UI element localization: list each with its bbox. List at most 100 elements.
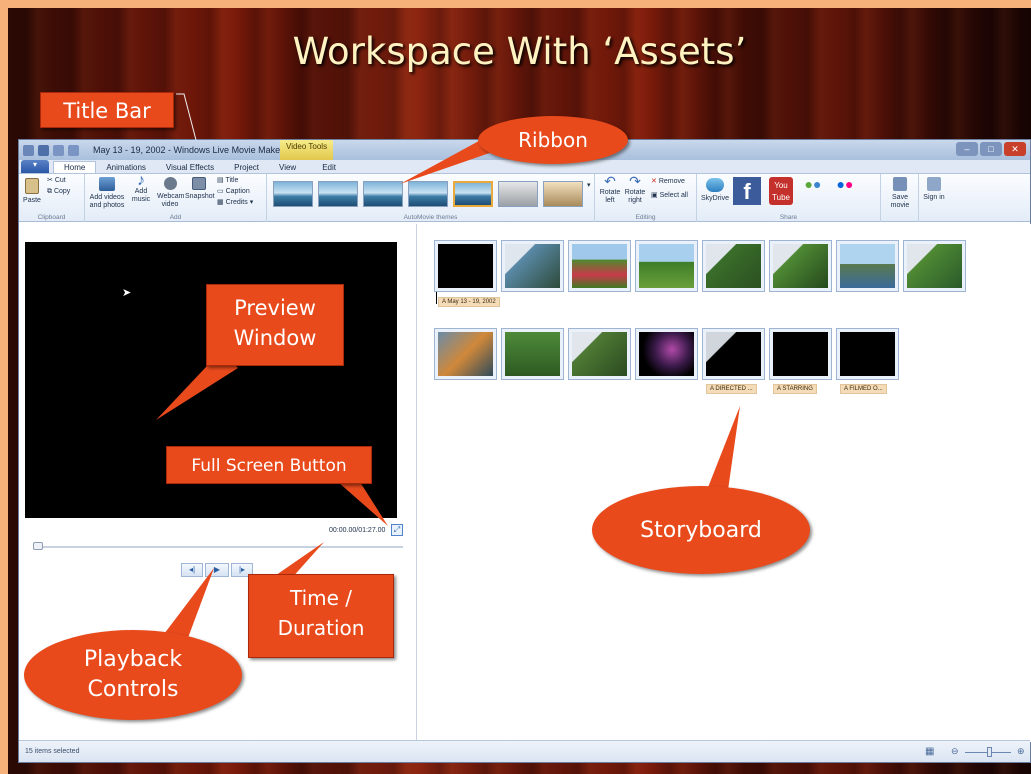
skydrive-button[interactable]: SkyDrive: [701, 178, 729, 203]
title-caption-tag[interactable]: A May 13 - 19, 2002: [438, 297, 500, 307]
themes-group-label: AutoMovie themes: [403, 214, 458, 221]
themes-more-icon[interactable]: ▾: [587, 182, 591, 190]
seek-bar[interactable]: [35, 546, 403, 548]
add-group-label: Add: [169, 214, 182, 221]
previous-frame-button[interactable]: ◂|: [181, 563, 203, 577]
youtube-icon[interactable]: You Tube: [769, 177, 793, 205]
callout-line: Window: [233, 326, 317, 350]
application-menu-button[interactable]: ▾: [21, 160, 49, 173]
share-group-label: Share: [779, 214, 798, 221]
theme-thumbnail[interactable]: [363, 181, 403, 207]
full-screen-callout: Full Screen Button: [166, 446, 372, 484]
theme-thumbnail[interactable]: [408, 181, 448, 207]
copy-label: Copy: [53, 188, 71, 195]
save-movie-button[interactable]: Save movie: [885, 177, 915, 210]
theme-thumbnail[interactable]: [543, 181, 583, 207]
storyboard: A May 13 - 19, 2002 A DIRECTED ... A STA…: [418, 224, 1031, 742]
redo-icon[interactable]: [68, 144, 79, 156]
credits-caption-tag[interactable]: A FILMED O...: [840, 384, 887, 394]
play-button[interactable]: ▶: [205, 563, 229, 577]
video-tools-context-label: Video Tools: [280, 140, 334, 160]
app-icon[interactable]: [23, 144, 34, 156]
tab-animations[interactable]: Animations: [96, 162, 156, 173]
credits-caption-tag[interactable]: A DIRECTED ...: [706, 384, 757, 394]
select-all-button[interactable]: ▣ Select all: [651, 192, 688, 200]
storyboard-view-icon[interactable]: ▦: [925, 746, 934, 757]
tab-home[interactable]: Home: [53, 161, 97, 173]
webcam-button[interactable]: Webcam video: [157, 177, 185, 209]
snapshot-button[interactable]: Snapshot: [185, 177, 215, 201]
storyboard-clip[interactable]: [903, 240, 966, 292]
sign-in-icon: [927, 177, 941, 191]
close-button[interactable]: ✕: [1004, 142, 1026, 156]
copy-button[interactable]: ⧉ Copy: [47, 188, 70, 196]
play-icon: ▶: [213, 565, 221, 574]
add-music-button[interactable]: ♪ Add music: [129, 173, 153, 204]
save-movie-label: Save movie: [890, 194, 910, 209]
storyboard-clip[interactable]: [434, 328, 497, 380]
snapshot-icon: [192, 177, 206, 190]
caption-text: May 13 - 19, 2002: [447, 299, 496, 305]
rotate-left-label: Rotate left: [599, 189, 621, 204]
storyboard-clip[interactable]: [836, 240, 899, 292]
rotate-left-button[interactable]: ↶ Rotate left: [599, 174, 621, 205]
caption-button[interactable]: ▭ Caption: [217, 188, 250, 196]
storyboard-clip[interactable]: [568, 328, 631, 380]
save-icon[interactable]: [38, 144, 49, 156]
title-bar-pointer: [176, 93, 197, 141]
clipboard-group-label: Clipboard: [37, 214, 66, 221]
tab-visual-effects[interactable]: Visual Effects: [156, 162, 224, 173]
storyboard-clip[interactable]: [836, 328, 899, 380]
tab-project[interactable]: Project: [224, 162, 269, 173]
theme-thumbnail[interactable]: [318, 181, 358, 207]
add-videos-button[interactable]: Add videos and photos: [89, 177, 125, 210]
tab-edit[interactable]: Edit: [312, 162, 346, 173]
zoom-in-icon[interactable]: ⊕: [1017, 746, 1025, 757]
music-note-icon: ♪: [137, 172, 145, 189]
tab-view[interactable]: View: [269, 162, 306, 173]
storyboard-clip[interactable]: [702, 328, 765, 380]
seek-thumb[interactable]: [33, 542, 43, 550]
callout-line: Time /: [289, 586, 353, 610]
remove-label: Remove: [658, 178, 685, 185]
caption-label: Caption: [225, 188, 250, 195]
caption-icon: ▭: [217, 188, 224, 195]
storyboard-clip[interactable]: [635, 240, 698, 292]
theme-thumbnail[interactable]: [498, 181, 538, 207]
rotate-right-button[interactable]: ↷ Rotate right: [623, 174, 647, 205]
zoom-slider-thumb[interactable]: [987, 747, 992, 757]
zoom-out-icon[interactable]: ⊖: [951, 746, 959, 757]
cut-button[interactable]: ✂ Cut: [47, 177, 66, 185]
undo-icon[interactable]: [53, 144, 64, 156]
flickr-icon[interactable]: ●●: [831, 177, 859, 202]
credits-button[interactable]: ▦ Credits ▾: [217, 199, 253, 207]
theme-thumbnail-selected[interactable]: [453, 181, 493, 207]
groups-icon[interactable]: ●●: [799, 177, 827, 202]
storyboard-clip[interactable]: [769, 240, 832, 292]
theme-thumbnail[interactable]: [273, 181, 313, 207]
storyboard-clip[interactable]: [769, 328, 832, 380]
storyboard-clip[interactable]: [702, 240, 765, 292]
storyboard-clip[interactable]: [635, 328, 698, 380]
credits-label: Credits: [225, 199, 248, 206]
minimize-button[interactable]: –: [956, 142, 978, 156]
credits-caption-tag[interactable]: A STARRING: [773, 384, 817, 394]
storyboard-clip[interactable]: [501, 240, 564, 292]
slide-background: Workspace With ‘Assets’ May 13 - 19, 200…: [8, 8, 1031, 774]
storyboard-clip[interactable]: [434, 240, 497, 292]
facebook-icon[interactable]: f: [733, 177, 761, 205]
quick-access-toolbar: [19, 144, 79, 156]
title-button[interactable]: ▤ Title: [217, 177, 238, 185]
select-all-label: Select all: [659, 192, 688, 199]
paste-button[interactable]: Paste: [23, 178, 41, 205]
remove-button[interactable]: ✕ Remove: [651, 178, 685, 186]
full-screen-button[interactable]: ⤢: [391, 524, 403, 536]
storyboard-clip[interactable]: [568, 240, 631, 292]
maximize-button[interactable]: □: [980, 142, 1002, 156]
next-frame-icon: |▸: [238, 565, 246, 574]
sign-in-button[interactable]: Sign in: [921, 177, 947, 202]
paste-label: Paste: [23, 197, 41, 204]
slide-title: Workspace With ‘Assets’: [292, 30, 747, 73]
storyboard-clip[interactable]: [501, 328, 564, 380]
remove-icon: ✕: [651, 178, 657, 185]
